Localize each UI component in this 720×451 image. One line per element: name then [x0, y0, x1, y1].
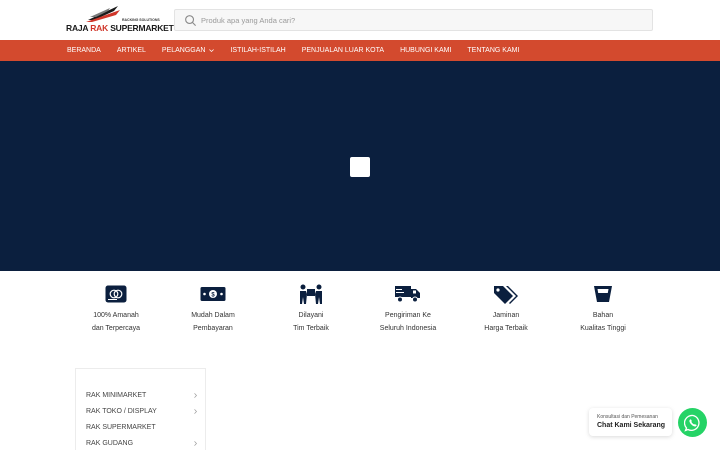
nav-item-hubungi-kami[interactable]: HUBUNGI KAMI	[400, 47, 451, 54]
feature-line1: Mudah Dalam	[191, 312, 235, 319]
category-item-rak-gudang[interactable]: RAK GUDANG	[86, 435, 198, 451]
feature-item: Jaminan Harga Terbaik	[456, 283, 556, 335]
category-sidebar: RAK MINIMARKET RAK TOKO / DISPLAY RAK SU…	[75, 368, 206, 450]
logo-brand-text: RAJA RAK SUPERMARKET	[66, 23, 174, 33]
feature-line2: Harga Terbaik	[484, 325, 528, 332]
truck-icon	[395, 286, 420, 303]
category-item-rak-minimarket[interactable]: RAK MINIMARKET	[86, 387, 198, 403]
nav-item-tentang-kami[interactable]: TENTANG KAMI	[467, 47, 519, 54]
search-icon[interactable]	[184, 14, 197, 27]
nav-item-beranda[interactable]: BERANDA	[67, 47, 101, 54]
category-item-rak-toko-display[interactable]: RAK TOKO / DISPLAY	[86, 403, 198, 419]
chat-small-text: Konsultasi dan Pemesanan	[597, 414, 658, 420]
logo-brand-part1: RAJA	[66, 23, 91, 33]
category-item-rak-supermarket[interactable]: RAK SUPERMARKET	[86, 419, 198, 435]
feature-item: Bahan Kualitas Tinggi	[553, 283, 653, 335]
people-carry-icon	[300, 284, 322, 304]
logo-brand-part3: SUPERMARKET	[108, 23, 174, 33]
nav-item-penjualan-luar-kota[interactable]: PENJUALAN LUAR KOTA	[302, 47, 384, 54]
nav-item-label: PELANGGAN	[161, 47, 206, 54]
chat-big-text: Chat Kami Sekarang	[597, 422, 666, 429]
search-input[interactable]	[201, 12, 641, 29]
category-item-label: RAK MINIMARKET	[86, 391, 147, 399]
nav-item-label: PENJUALAN LUAR KOTA	[301, 47, 385, 54]
category-item-label: RAK TOKO / DISPLAY	[86, 407, 157, 415]
feature-line1: Pengiriman Ke	[385, 312, 431, 319]
hero-banner[interactable]	[0, 61, 720, 271]
money-bill-icon: $	[200, 287, 226, 301]
nav-item-istilah[interactable]: ISTILAH-ISTILAH	[230, 47, 285, 54]
search-box	[174, 9, 653, 31]
chevron-down-icon	[209, 49, 215, 53]
nav-item-label: ISTILAH-ISTILAH	[230, 47, 286, 54]
chevron-right-icon	[194, 440, 197, 446]
feature-line1: 100% Amanah	[93, 312, 139, 319]
bucket-icon	[594, 286, 612, 302]
main-nav: BERANDA ARTIKEL PELANGGAN ISTILAH-ISTILA…	[0, 40, 720, 61]
price-tag-icon	[494, 286, 518, 304]
logo-tagline: RACKING SOLUTIONS	[122, 18, 160, 22]
nav-item-pelanggan[interactable]: PELANGGAN	[162, 47, 215, 54]
logo-brand-part2: RAK	[90, 23, 109, 33]
chevron-right-icon	[194, 392, 197, 398]
feature-line2: dan Terpercaya	[91, 325, 141, 332]
feature-line1: Dilayani	[298, 312, 324, 319]
feature-item: $ Mudah Dalam Pembayaran	[163, 283, 263, 335]
feature-line2: Seluruh Indonesia	[379, 325, 437, 332]
site-header: RACKING SOLUTIONS RAJA RAK SUPERMARKET	[0, 0, 720, 40]
credit-card-icon	[105, 285, 127, 303]
whatsapp-button[interactable]	[678, 408, 707, 437]
nav-item-artikel[interactable]: ARTIKEL	[117, 47, 146, 54]
feature-item: Pengiriman Ke Seluruh Indonesia	[358, 283, 458, 335]
feature-item: Dilayani Tim Terbaik	[261, 283, 361, 335]
logo-swoosh-icon	[86, 6, 120, 22]
site-logo[interactable]: RACKING SOLUTIONS RAJA RAK SUPERMARKET	[66, 4, 174, 36]
category-item-label: RAK SUPERMARKET	[86, 423, 156, 431]
nav-item-label: HUBUNGI KAMI	[400, 47, 452, 54]
feature-item: 100% Amanah dan Terpercaya	[66, 283, 166, 335]
feature-line1: Bahan	[592, 312, 614, 319]
nav-item-label: ARTIKEL	[116, 47, 146, 54]
feature-line1: Jaminan	[492, 312, 520, 319]
whatsapp-icon	[683, 414, 700, 432]
feature-line2: Pembayaran	[193, 325, 233, 332]
image-placeholder-icon	[350, 157, 370, 177]
chevron-right-icon	[194, 408, 197, 414]
feature-line2: Kualitas Tinggi	[580, 325, 626, 332]
chat-prompt-bubble[interactable]: Konsultasi dan Pemesanan Chat Kami Sekar…	[589, 408, 672, 436]
feature-line2: Tim Terbaik	[293, 325, 329, 332]
category-item-label: RAK GUDANG	[86, 439, 134, 447]
features-row: 100% Amanah dan Terpercaya $ Mudah Dalam P…	[0, 283, 720, 343]
nav-item-label: BERANDA	[67, 47, 101, 54]
nav-item-label: TENTANG KAMI	[467, 47, 520, 54]
